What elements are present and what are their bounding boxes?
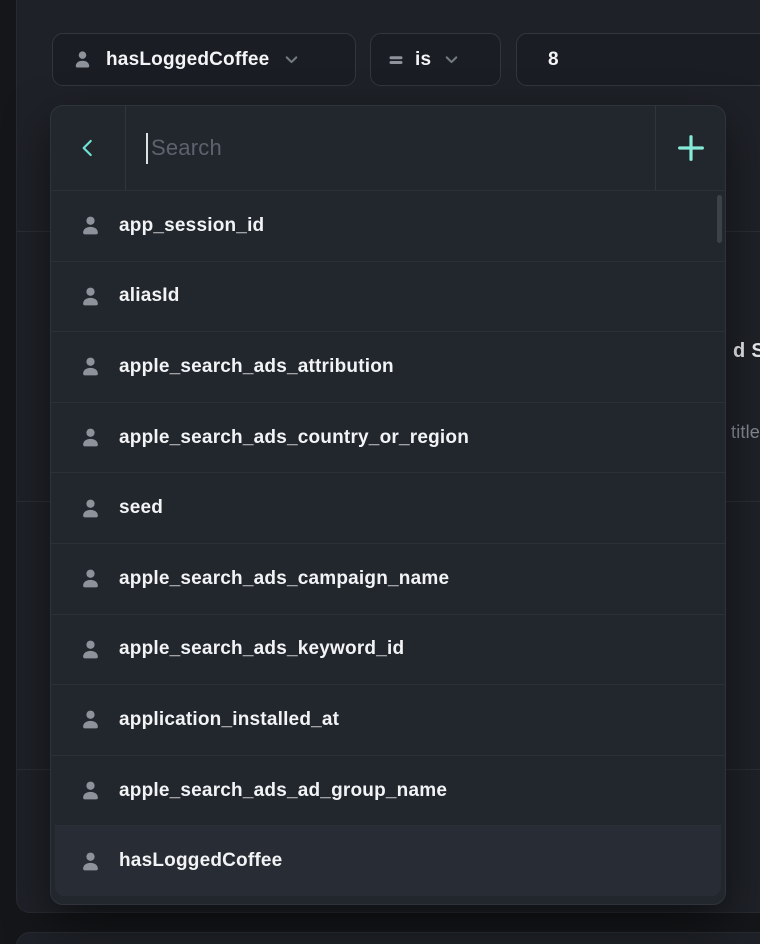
person-icon [79,567,102,590]
person-icon [79,638,102,661]
person-icon [79,779,102,802]
list-item[interactable]: apple_search_ads_ad_group_name [51,755,725,826]
filter-property-pill[interactable]: hasLoggedCoffee [52,33,356,86]
person-icon [72,49,93,70]
text-caret [146,133,148,164]
filter-property-label: hasLoggedCoffee [106,49,269,71]
person-icon [79,497,102,520]
property-label: apple_search_ads_campaign_name [119,568,449,590]
person-icon [79,285,102,308]
property-picker-dropdown: app_session_id aliasId apple_search_ads_… [50,105,726,905]
list-item[interactable]: apple_search_ads_attribution [51,331,725,402]
property-label: app_session_id [119,215,264,237]
filter-operator-pill[interactable]: is [370,33,501,86]
person-icon [79,426,102,449]
scrollbar-thumb[interactable] [717,195,722,243]
property-list: app_session_id aliasId apple_search_ads_… [51,191,725,904]
list-item[interactable]: apple_search_ads_keyword_id [51,614,725,685]
list-item-highlighted[interactable]: hasLoggedCoffee [55,825,721,896]
background-card-bottom [16,932,760,944]
chevron-down-icon [443,51,460,68]
search-field-wrap [126,106,655,190]
list-item[interactable]: apple_search_ads_campaign_name [51,543,725,614]
plus-icon [675,132,707,164]
property-label: apple_search_ads_keyword_id [119,638,404,660]
list-item[interactable]: app_session_id [51,191,725,261]
property-label: aliasId [119,285,180,307]
chevron-down-icon [283,51,300,68]
list-item[interactable]: application_installed_at [51,684,725,755]
background-clipped-subtitle: title [731,422,760,443]
person-icon [79,708,102,731]
chevron-left-icon [75,135,101,161]
filter-value-text: 8 [548,49,559,71]
list-item[interactable]: apple_search_ads_country_or_region [51,402,725,473]
list-item[interactable]: seed [51,472,725,543]
property-label: apple_search_ads_ad_group_name [119,780,447,802]
property-label: application_installed_at [119,709,339,731]
filter-operator-label: is [415,49,431,71]
filter-value-pill[interactable]: 8 [516,33,760,86]
back-button[interactable] [51,106,126,190]
equals-icon [388,52,404,68]
app-window: d S title hasLoggedCoffee is 8 [0,0,760,944]
dropdown-header [51,106,725,191]
list-item[interactable]: aliasId [51,261,725,332]
property-label: seed [119,497,163,519]
property-label: apple_search_ads_country_or_region [119,427,469,449]
property-label: apple_search_ads_attribution [119,356,394,378]
person-icon [79,214,102,237]
person-icon [79,355,102,378]
person-icon [79,850,102,873]
add-property-button[interactable] [655,106,725,190]
background-clipped-heading: d S [733,340,760,363]
search-input[interactable] [126,106,655,190]
property-label: hasLoggedCoffee [119,850,282,872]
